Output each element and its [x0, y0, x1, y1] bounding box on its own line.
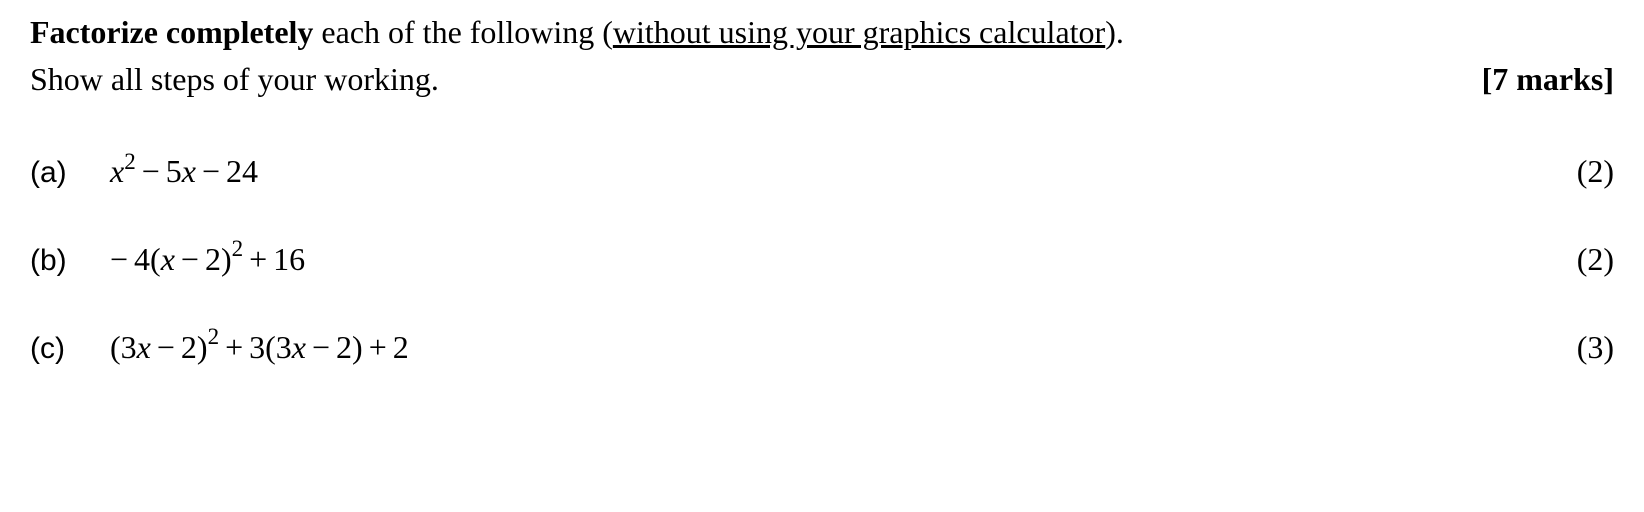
expression-a: x2−5x−24 — [110, 147, 258, 194]
marks-b: (2) — [1577, 237, 1614, 282]
instruction-lead: Factorize completely — [30, 14, 313, 50]
total-marks: [7 marks] — [1482, 57, 1614, 102]
instruction-working: Show all steps of your working. — [30, 57, 439, 102]
instruction-underlined: without using your graphics calculator — [613, 14, 1105, 50]
expression-b: −4(x−2)2+16 — [110, 234, 305, 281]
problem-a-left: (a) x2−5x−24 — [30, 147, 258, 195]
problem-b-left: (b) −4(x−2)2+16 — [30, 234, 305, 282]
part-label-c: (c) — [30, 328, 110, 370]
marks-c: (3) — [1577, 325, 1614, 370]
instruction-end: ). — [1105, 14, 1124, 50]
problem-c: (c) (3x−2)2+3(3x−2)+2 (3) — [30, 322, 1614, 370]
problem-a: (a) x2−5x−24 (2) — [30, 147, 1614, 195]
instruction-middle: each of the following ( — [313, 14, 612, 50]
expression-c: (3x−2)2+3(3x−2)+2 — [110, 322, 409, 369]
instruction-line-1: Factorize completely each of the followi… — [30, 10, 1614, 55]
instruction-block: Factorize completely each of the followi… — [30, 10, 1614, 102]
instruction-line-2: Show all steps of your working. [7 marks… — [30, 57, 1614, 102]
problem-c-left: (c) (3x−2)2+3(3x−2)+2 — [30, 322, 409, 370]
part-label-b: (b) — [30, 240, 110, 282]
part-label-a: (a) — [30, 152, 110, 194]
problem-b: (b) −4(x−2)2+16 (2) — [30, 234, 1614, 282]
marks-a: (2) — [1577, 149, 1614, 194]
